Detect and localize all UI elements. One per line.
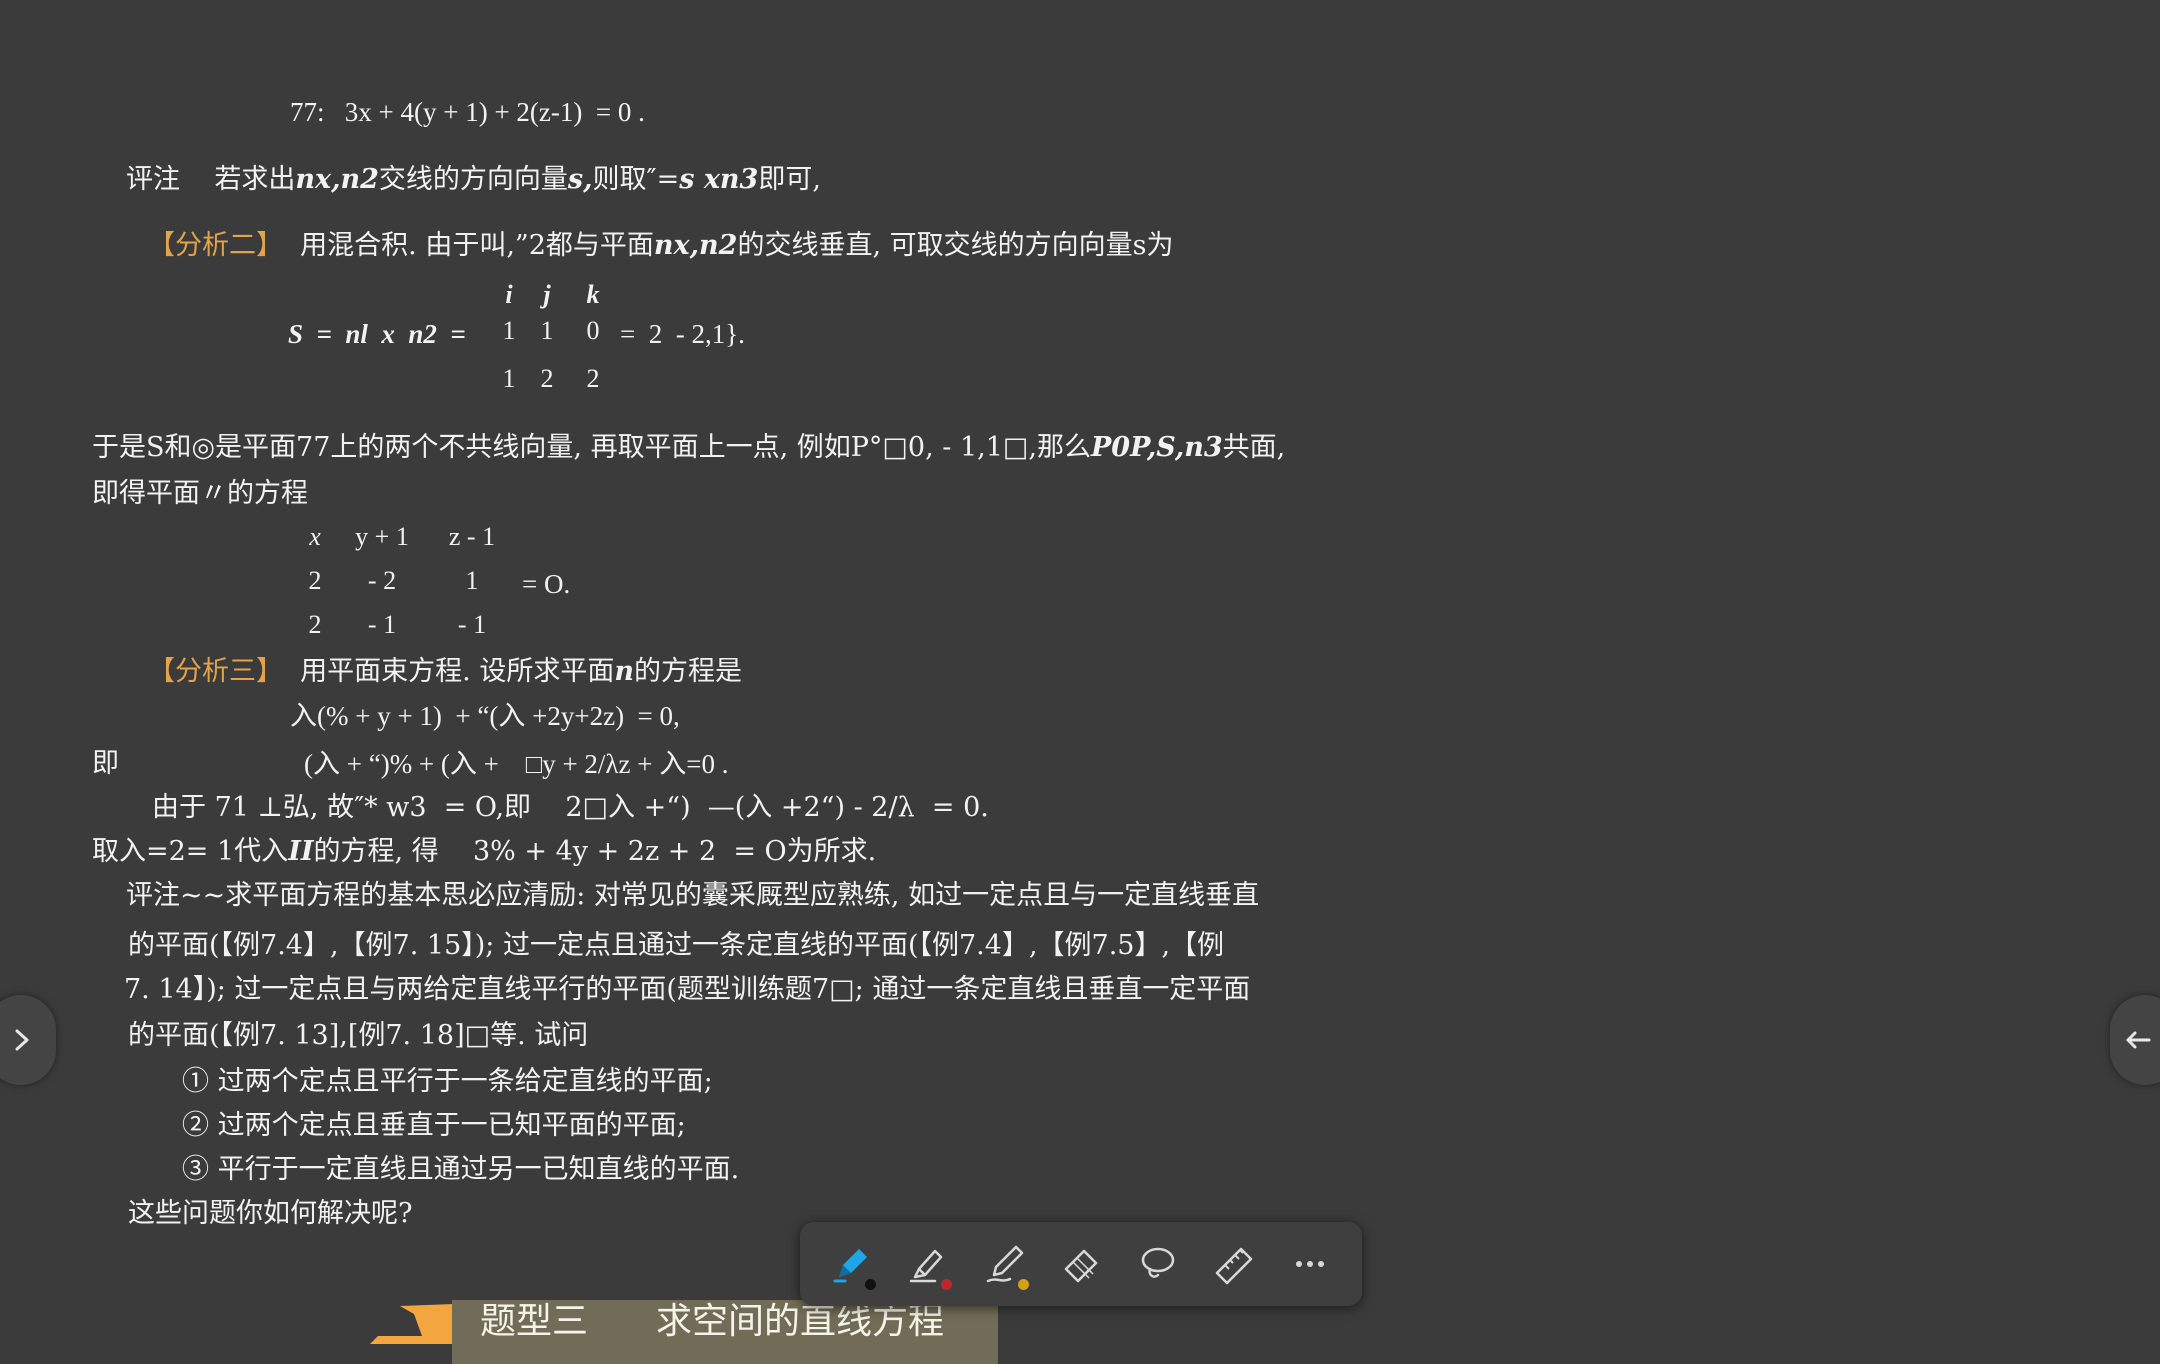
matrix1-r1c1: 1 [540,316,554,345]
analysis3-label: 【分析三】 [148,656,283,687]
equation-top: 77: 3x + 4(y + 1) + 2(z-1) = 0 . [290,97,645,127]
matrix1-r0c0: i [505,280,513,309]
arrow-left-icon [2126,1031,2151,1049]
matrix2-r2c1: - 1 [367,610,397,639]
analysis3: 【分析三】 用平面束方程. 设所求平面n的方程是 [148,656,742,687]
matrix2-r0c0: x [309,522,321,551]
remark2-line3: 7. 14】); 过一定点且与两给定直线平行的平面(题型训练题7□; 通过一条定… [124,974,1251,1005]
section-title-label: 题型三 [480,1301,589,1342]
highlighter-color-dot [941,1279,953,1290]
remark1: 评注 若求出nx,n2交线的方向向量s,则取″=s xn3即可, [126,164,821,195]
matrix1-r2c1: 2 [540,364,554,393]
equation-c: 由于 71 ⊥弘, 故″* w3 = O,即 2□入 +“) —(入 +2“) … [152,792,989,823]
remark2-line4: 的平面(【例7. 13],[例7. 18]□等. 试问 [128,1020,589,1051]
remark2-line2: 的平面(【例7.4】,【例7. 15】); 过一定点且通过一条定直线的平面(【例… [128,930,1225,961]
pen-color-dot [865,1279,877,1290]
matrix1-r0c2: k [586,280,600,309]
matrix2-r1c2: 1 [465,566,479,595]
more-tools-button[interactable] [1282,1236,1338,1292]
lasso-icon [1142,1247,1175,1278]
document-page: 77: 3x + 4(y + 1) + 2(z-1) = 0 . 评注 若求出n… [0,0,2160,1364]
matrix2-r0c1: y + 1 [355,522,409,551]
question-1: ① 过两个定点且平行于一条给定直线的平面; [182,1066,713,1097]
matrix2-r1c0: 2 [308,566,322,595]
back-button[interactable] [2110,995,2160,1085]
pen-tool-button[interactable] [824,1236,880,1292]
equation-b: (入 + “)% + (入 + □y + 2/λz + 入=0 . [304,749,729,779]
closing-line: 这些问题你如何解决呢? [128,1198,413,1229]
remark1-label: 评注 [126,164,180,195]
remark2-line1: 评注~~求平面方程的基本思必应清励: 对常见的囊采厩型应熟练, 如过一定点且与一… [126,880,1260,911]
matrix2-r2c2: - 1 [457,610,487,639]
matrix1-r1c2: 0 [586,316,600,345]
ji-label: 即 [92,748,119,779]
para2-line2: 即得平面〃的方程 [92,478,308,509]
para2-line1: 于是S和◎是平面77上的两个不共线向量, 再取平面上一点, 例如P°□0, - … [92,432,1286,463]
matrix1-r2c0: 1 [502,364,516,393]
chevron-right-icon [15,1029,29,1051]
highlighter-tool-button[interactable] [900,1236,956,1292]
question-3: ③ 平行于一定直线且通过另一已知直线的平面. [182,1154,740,1185]
equation-a: 入(% + y + 1) + “(入 +2y+2z) = 0, [290,701,680,731]
lasso-tool-button[interactable] [1129,1236,1185,1292]
matrix1-lhs: S = nl x n2 = [288,319,466,349]
matrix2-r2c0: 2 [308,610,322,639]
annotation-toolbar [800,1222,1362,1306]
analysis2: 【分析二】 用混合积. 由于叫,”2都与平面nx,n2的交线垂直, 可取交线的方… [148,230,1174,261]
equation-d: 取入=2= 1代入II的方程, 得 3% + 4y + 2z + 2 = O为所… [92,836,877,867]
analysis2-label: 【分析二】 [148,230,283,261]
prev-page-button[interactable] [0,995,56,1085]
matrix2-r1c1: - 2 [367,566,397,595]
eraser-tool-button[interactable] [1053,1236,1109,1292]
ruler-icon [1215,1247,1252,1285]
matrix2-rhs: = O. [522,569,571,599]
matrix1-r0c1: j [543,280,551,309]
section-banner-tab [370,1304,454,1344]
pencil-color-dot [1017,1279,1029,1290]
matrix1-rhs: = 2 - 2,1}. [620,319,745,349]
matrix2-r0c2: z - 1 [448,522,496,551]
matrix1-r2c2: 2 [586,364,600,393]
eraser-icon [1064,1249,1098,1283]
pencil-tool-button[interactable] [977,1236,1033,1292]
matrix1-r1c0: 1 [502,316,516,345]
ruler-tool-button[interactable] [1206,1236,1262,1292]
question-2: ② 过两个定点且垂直于一已知平面的平面; [182,1110,686,1141]
more-icon [1295,1261,1324,1267]
